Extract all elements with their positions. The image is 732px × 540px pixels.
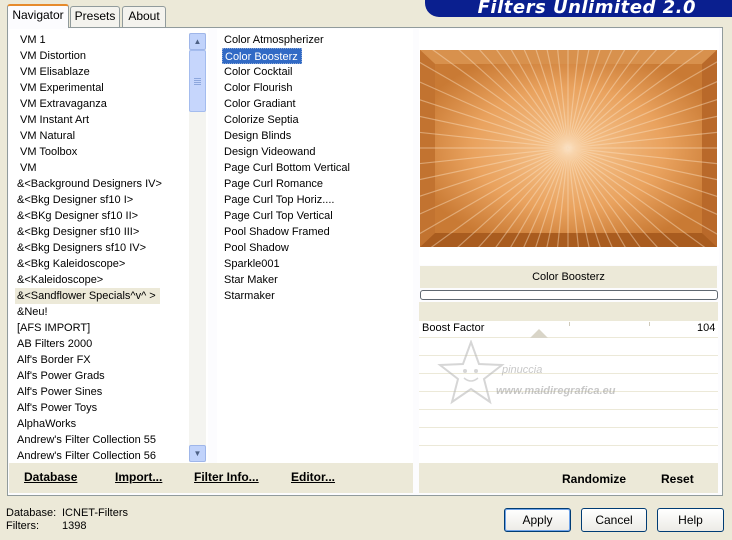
filter-item[interactable]: Color Cocktail: [222, 66, 292, 78]
category-item[interactable]: [AFS IMPORT]: [15, 322, 90, 334]
filter-item[interactable]: Page Curl Bottom Vertical: [222, 162, 350, 174]
database-link[interactable]: Database: [24, 470, 77, 484]
category-item[interactable]: Andrew's Filter Collection 55: [15, 434, 156, 446]
apply-button[interactable]: Apply: [504, 508, 571, 532]
slider-tick: [649, 322, 650, 326]
category-item[interactable]: &<Bkg Designer sf10 I>: [15, 194, 133, 206]
category-item[interactable]: VM Natural: [15, 130, 75, 142]
help-button[interactable]: Help: [657, 508, 724, 532]
category-scrollbar[interactable]: ▲ ▼: [189, 33, 206, 462]
import-link[interactable]: Import...: [115, 470, 162, 484]
database-label: Database:: [6, 507, 57, 519]
filter-item[interactable]: Design Videowand: [222, 146, 316, 158]
category-item[interactable]: AB Filters 2000: [15, 338, 92, 350]
category-item[interactable]: VM Instant Art: [15, 114, 89, 126]
category-item[interactable]: &<Kaleidoscope>: [15, 274, 103, 286]
database-value: ICNET-Filters: [62, 507, 128, 519]
editor-link[interactable]: Editor...: [291, 470, 335, 484]
category-item[interactable]: VM 1: [15, 34, 46, 46]
watermark-name: pinuccia: [502, 364, 543, 376]
filter-item[interactable]: Color Boosterz: [222, 48, 302, 64]
filter-item[interactable]: Starmaker: [222, 290, 275, 302]
slider-thumb[interactable]: [530, 329, 548, 338]
category-item[interactable]: &<Bkg Designers sf10 IV>: [15, 242, 146, 254]
filter-item[interactable]: Colorize Septia: [222, 114, 299, 126]
category-item[interactable]: VM Toolbox: [15, 146, 77, 158]
tab-about[interactable]: About: [122, 6, 166, 27]
category-item[interactable]: Alf's Border FX: [15, 354, 91, 366]
category-item[interactable]: &<Sandflower Specials^v^ >: [15, 288, 160, 304]
category-item[interactable]: Alf's Power Grads: [15, 370, 105, 382]
filter-item[interactable]: Color Flourish: [222, 82, 292, 94]
filter-item[interactable]: Pool Shadow Framed: [222, 226, 330, 238]
category-item[interactable]: VM Elisablaze: [15, 66, 90, 78]
category-item[interactable]: &<Bkg Designer sf10 III>: [15, 226, 139, 238]
category-item[interactable]: Alf's Power Sines: [15, 386, 102, 398]
category-item[interactable]: &<Background Designers IV>: [15, 178, 162, 190]
category-list[interactable]: VM 1 VM Distortion VM Elisablaze VM Experim…: [15, 32, 187, 463]
scroll-up-button[interactable]: ▲: [189, 33, 206, 50]
category-item[interactable]: &<BKg Designer sf10 II>: [15, 210, 138, 222]
filter-item[interactable]: Page Curl Top Horiz....: [222, 194, 334, 206]
reset-button[interactable]: Reset: [661, 472, 694, 486]
filter-list[interactable]: Color Atmospherizer Color Boosterz Color C…: [222, 32, 410, 332]
starburst-image: [420, 50, 717, 247]
filter-info-link[interactable]: Filter Info...: [194, 470, 259, 484]
category-item[interactable]: VM Distortion: [15, 50, 86, 62]
tab-navigator[interactable]: Navigator: [7, 4, 69, 28]
filter-item[interactable]: Color Atmospherizer: [222, 34, 324, 46]
watermark: pinuccia www.maidiregrafica.eu: [436, 339, 656, 412]
progress-bar: [420, 290, 718, 300]
category-item[interactable]: VM Extravaganza: [15, 98, 107, 110]
category-item[interactable]: VM Experimental: [15, 82, 104, 94]
slider-tick: [569, 322, 570, 326]
scroll-down-button[interactable]: ▼: [189, 445, 206, 462]
filter-item[interactable]: Color Gradiant: [222, 98, 296, 110]
preview-image: [420, 50, 717, 247]
banner-title: Filters Unlimited 2.0: [477, 0, 696, 18]
filters-count: 1398: [62, 520, 87, 532]
filter-item[interactable]: Star Maker: [222, 274, 278, 286]
filter-name-label: Color Boosterz: [420, 266, 717, 288]
boost-factor-label: Boost Factor: [422, 322, 485, 334]
scroll-thumb[interactable]: [189, 50, 206, 112]
watermark-url: www.maidiregrafica.eu: [496, 385, 616, 397]
cancel-button[interactable]: Cancel: [581, 508, 647, 532]
control-gap: [419, 302, 718, 321]
randomize-button[interactable]: Randomize: [562, 472, 626, 486]
category-item[interactable]: Alf's Power Toys: [15, 402, 97, 414]
category-item[interactable]: &<Bkg Kaleidoscope>: [15, 258, 125, 270]
category-item[interactable]: &Neu!: [15, 306, 48, 318]
boost-factor-value[interactable]: 104: [697, 322, 715, 334]
category-item[interactable]: Andrew's Filter Collection 56: [15, 450, 156, 462]
filter-item[interactable]: Page Curl Top Vertical: [222, 210, 333, 222]
title-banner: Filters Unlimited 2.0: [425, 0, 732, 18]
filter-item[interactable]: Pool Shadow: [222, 242, 289, 254]
filters-label: Filters:: [6, 520, 39, 532]
category-item[interactable]: AlphaWorks: [15, 418, 76, 430]
category-item[interactable]: VM: [15, 162, 37, 174]
filter-item[interactable]: Sparkle001: [222, 258, 280, 270]
tab-presets[interactable]: Presets: [70, 6, 120, 27]
filter-item[interactable]: Design Blinds: [222, 130, 291, 142]
filter-item[interactable]: Page Curl Romance: [222, 178, 323, 190]
